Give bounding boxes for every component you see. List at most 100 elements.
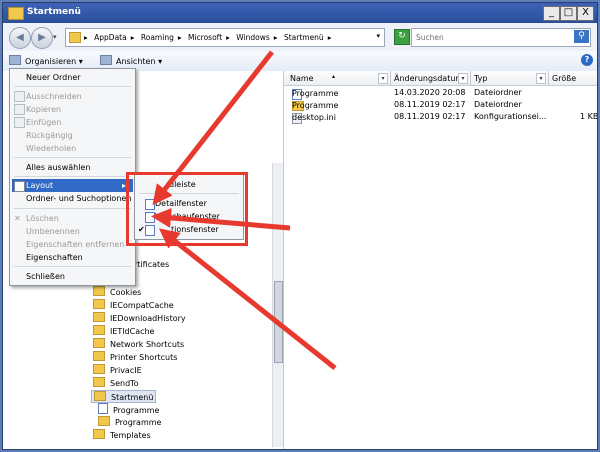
tree-item[interactable]: Cookies (93, 286, 141, 297)
file-type: Dateiordner (474, 100, 522, 109)
organize-menu: Neuer Ordner Ausschneiden Kopieren Einfü… (9, 68, 136, 286)
tree-item[interactable]: Programme (98, 416, 161, 427)
menu-separator (14, 86, 131, 87)
menu-separator (14, 157, 131, 158)
paste-icon (14, 117, 25, 128)
layout-icon (14, 181, 25, 192)
folder-icon (8, 7, 24, 20)
menu-separator (14, 266, 131, 267)
menu-paste[interactable]: Einfügen (26, 118, 61, 127)
file-row[interactable]: desktop.ini 08.11.2019 02:17 Konfigurati… (284, 111, 597, 124)
annotation-box (126, 172, 248, 246)
back-button[interactable]: ◀ (9, 27, 31, 49)
breadcrumb-item[interactable]: Microsoft (188, 33, 222, 42)
tree-item[interactable]: IEDownloadHistory (93, 312, 186, 323)
menu-properties[interactable]: Eigenschaften (26, 253, 83, 262)
file-list-pane: Name ▴ ▾ Änderungsdatum ▾ Typ ▾ Größe Pr… (284, 71, 597, 449)
column-dropdown[interactable]: ▾ (536, 73, 546, 84)
file-type: Dateiordner (474, 88, 522, 97)
cut-icon (14, 91, 25, 102)
forward-button[interactable]: ▶ (31, 27, 53, 49)
folder-icon (93, 377, 105, 387)
tree-item[interactable]: Programme (98, 403, 159, 415)
column-size[interactable]: Größe (552, 74, 576, 83)
programs-icon (98, 403, 108, 414)
column-dropdown[interactable]: ▾ (378, 73, 388, 84)
organize-button[interactable]: Organisieren ▾ (9, 55, 83, 66)
file-date: 08.11.2019 02:17 (394, 112, 466, 121)
breadcrumb-item[interactable]: Startmenü (284, 33, 324, 42)
folder-icon (93, 312, 105, 322)
menu-folder-options[interactable]: Ordner- und Suchoptionen (26, 194, 131, 203)
menu-close[interactable]: Schließen (26, 272, 65, 281)
breadcrumb-item[interactable]: AppData (94, 33, 127, 42)
menu-delete[interactable]: Löschen (26, 214, 59, 223)
minimize-button[interactable]: _ (543, 6, 560, 21)
menu-copy[interactable]: Kopieren (26, 105, 61, 114)
search-box[interactable]: Suchen ⚲ (411, 28, 591, 47)
folder-icon (93, 351, 105, 361)
title-bar[interactable]: Startmenü _ □ X (3, 3, 597, 23)
column-header: Name ▴ ▾ Änderungsdatum ▾ Typ ▾ Größe (284, 71, 597, 86)
folder-icon (94, 391, 106, 401)
close-button[interactable]: X (577, 6, 594, 21)
scroll-thumb[interactable] (274, 281, 283, 363)
file-row[interactable]: Programme 08.11.2019 02:17 Dateiordner (284, 99, 597, 111)
history-dropdown[interactable]: ▾ (53, 33, 57, 41)
breadcrumb: ▸ AppData ▸ Roaming ▸ Microsoft ▸ Windows ▸ … (84, 33, 332, 42)
folder-icon (69, 32, 81, 43)
file-date: 14.03.2020 20:08 (394, 88, 466, 97)
copy-icon (14, 104, 25, 115)
folder-icon (93, 429, 105, 439)
column-divider (470, 71, 471, 85)
menu-cut[interactable]: Ausschneiden (26, 92, 82, 101)
help-icon[interactable]: ? (581, 54, 593, 66)
tree-item[interactable]: Templates (93, 429, 151, 440)
folder-icon (98, 416, 110, 426)
folder-icon (93, 286, 105, 296)
column-name[interactable]: Name (290, 74, 314, 83)
folder-icon (93, 299, 105, 309)
tree-item-selected[interactable]: Startmenü (91, 390, 157, 403)
tree-item-partial[interactable]: rtificates (134, 260, 169, 269)
file-row[interactable]: Programme 14.03.2020 20:08 Dateiordner (284, 87, 597, 100)
breadcrumb-item[interactable]: Roaming (141, 33, 174, 42)
tree-scrollbar[interactable] (272, 163, 283, 447)
menu-new-folder[interactable]: Neuer Ordner (26, 73, 81, 82)
menu-separator (14, 176, 131, 177)
organize-icon (9, 55, 21, 65)
tree-item[interactable]: SendTo (93, 377, 139, 388)
search-input[interactable]: Suchen (416, 33, 444, 42)
tree-item[interactable]: IETldCache (93, 325, 154, 336)
column-dropdown[interactable]: ▾ (458, 73, 468, 84)
sort-arrow-icon: ▴ (332, 73, 336, 80)
menu-rename[interactable]: Umbenennen (26, 227, 80, 236)
window-title: Startmenü (27, 7, 81, 17)
menu-separator (14, 208, 131, 209)
maximize-button[interactable]: □ (560, 6, 577, 21)
tree-item[interactable]: PrivacIE (93, 364, 142, 375)
folder-icon (93, 364, 105, 374)
tree-item[interactable]: IECompatCache (93, 299, 174, 310)
tree-item[interactable]: Network Shortcuts (93, 338, 184, 349)
folder-icon (93, 338, 105, 348)
menu-redo[interactable]: Wiederholen (26, 144, 76, 153)
menu-remove-properties[interactable]: Eigenschaften entfernen (26, 240, 124, 249)
file-type: Konfigurationsei... (474, 112, 547, 121)
column-modified[interactable]: Änderungsdatum (394, 74, 463, 83)
refresh-icon[interactable]: ↻ (394, 29, 410, 45)
menu-undo[interactable]: Rückgängig (26, 131, 73, 140)
menu-select-all[interactable]: Alles auswählen (26, 163, 90, 172)
column-type[interactable]: Typ (474, 74, 487, 83)
breadcrumb-item[interactable]: Windows (236, 33, 269, 42)
folder-icon (93, 325, 105, 335)
address-bar[interactable]: ▸ AppData ▸ Roaming ▸ Microsoft ▸ Windows ▸ … (65, 28, 385, 47)
address-bar-area: ◀ ▶ ▾ ▸ AppData ▸ Roaming ▸ Microsoft ▸ Win… (3, 23, 597, 52)
tree-item[interactable]: Printer Shortcuts (93, 351, 177, 362)
search-icon[interactable]: ⚲ (574, 30, 589, 43)
views-button[interactable]: Ansichten ▾ (100, 55, 162, 66)
address-dropdown[interactable]: ▾ (376, 32, 380, 40)
views-icon (100, 55, 112, 65)
column-divider (390, 71, 391, 85)
menu-layout[interactable]: Layout (26, 181, 53, 190)
